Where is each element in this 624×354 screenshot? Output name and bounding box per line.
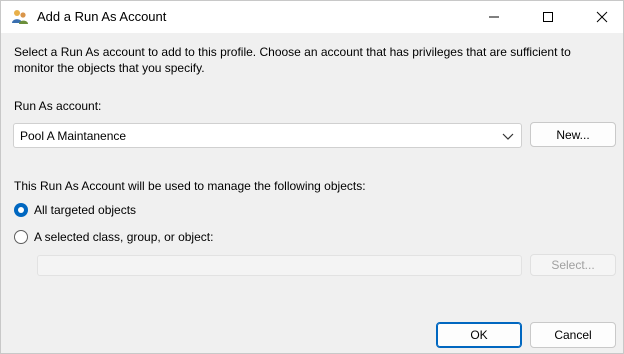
radio-selected-icon[interactable] — [14, 203, 28, 217]
close-icon — [596, 11, 608, 23]
run-as-account-value: Pool A Maintanence — [20, 129, 127, 143]
new-account-button[interactable]: New... — [530, 122, 616, 147]
selected-object-field — [37, 255, 522, 276]
dialog-content: Select a Run As account to add to this p… — [1, 33, 623, 353]
radio-all-targeted-objects[interactable]: All targeted objects — [14, 203, 136, 217]
dialog-window: Add a Run As Account Select a Run As acc… — [0, 0, 624, 354]
ok-button[interactable]: OK — [436, 322, 522, 348]
maximize-icon — [542, 11, 554, 23]
objects-label: This Run As Account will be used to mana… — [14, 179, 366, 193]
window-title: Add a Run As Account — [37, 9, 167, 24]
radio-all-label: All targeted objects — [34, 203, 137, 217]
minimize-icon — [488, 11, 500, 23]
radio-selected-label: A selected class, group, or object: — [34, 230, 214, 244]
maximize-button[interactable] — [525, 1, 571, 33]
radio-selected-class-group-object[interactable]: A selected class, group, or object: — [14, 230, 213, 244]
cancel-button[interactable]: Cancel — [530, 322, 616, 348]
chevron-down-icon[interactable] — [502, 131, 514, 145]
title-bar[interactable]: Add a Run As Account — [1, 1, 623, 33]
run-as-account-combobox[interactable]: Pool A Maintanence — [13, 123, 522, 148]
close-button[interactable] — [579, 1, 624, 33]
run-as-account-label: Run As account: — [14, 99, 102, 113]
select-object-button: Select... — [530, 254, 616, 276]
description-text: Select a Run As account to add to this p… — [14, 45, 571, 75]
account-people-icon — [11, 8, 29, 26]
minimize-button[interactable] — [471, 1, 517, 33]
radio-unselected-icon[interactable] — [14, 230, 28, 244]
